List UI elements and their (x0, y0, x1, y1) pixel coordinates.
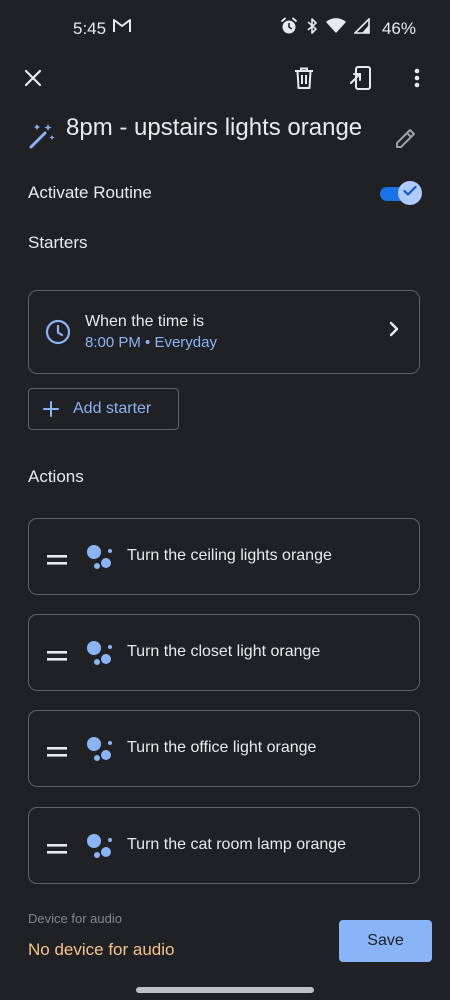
action-label: Turn the closet light orange (127, 643, 321, 660)
actions-section-label: Actions (28, 467, 84, 486)
delete-button[interactable] (286, 62, 322, 98)
action-card[interactable]: Turn the ceiling lights orange (28, 518, 420, 595)
routine-header: 8pm - upstairs lights orange (0, 112, 450, 168)
signal-icon (353, 17, 370, 39)
close-icon (24, 69, 42, 92)
battery-percent: 46% (381, 18, 416, 38)
trash-icon (294, 67, 314, 94)
clock-icon (45, 319, 71, 350)
footer-bar: Device for audio No device for audio Sav… (0, 900, 450, 1000)
starter-card[interactable]: When the time is 8:00 PM • Everyday (28, 290, 420, 374)
plus-icon (43, 401, 59, 422)
audio-device-selector[interactable]: No device for audio (28, 940, 174, 960)
drag-handle-icon[interactable] (47, 841, 67, 859)
routine-title: 8pm - upstairs lights orange (66, 114, 363, 141)
action-label: Turn the cat room lamp orange (127, 836, 347, 853)
activate-routine-label: Activate Routine (28, 183, 152, 202)
status-time: 5:45 (73, 19, 107, 38)
wifi-icon (325, 18, 346, 39)
duplicate-button[interactable] (343, 62, 379, 98)
add-starter-button[interactable]: Add starter (28, 388, 179, 430)
audio-device-caption: Device for audio (28, 911, 122, 926)
bluetooth-icon (306, 17, 318, 40)
magic-wand-icon (28, 122, 56, 155)
assistant-icon (85, 639, 115, 672)
drag-handle-icon[interactable] (47, 648, 67, 666)
assistant-icon (85, 543, 115, 576)
drag-handle-icon[interactable] (47, 744, 67, 762)
pencil-icon[interactable] (394, 126, 418, 155)
action-card[interactable]: Turn the cat room lamp orange (28, 807, 420, 884)
gesture-nav-handle[interactable] (136, 987, 314, 993)
starters-section-label: Starters (28, 233, 88, 252)
activate-routine-toggle[interactable] (378, 181, 422, 207)
add-starter-label: Add starter (73, 400, 152, 417)
starter-title: When the time is (85, 313, 205, 330)
drag-handle-icon[interactable] (47, 552, 67, 570)
more-vert-icon (414, 68, 420, 93)
action-label: Turn the office light orange (127, 739, 317, 756)
assistant-icon (85, 735, 115, 768)
close-button[interactable] (15, 62, 51, 98)
alarm-icon (280, 17, 298, 40)
action-card[interactable]: Turn the office light orange (28, 710, 420, 787)
assistant-icon (85, 832, 115, 865)
duplicate-icon (350, 65, 372, 95)
status-bar: 5:45 46% (0, 0, 450, 56)
status-icons: 46% (280, 17, 416, 40)
top-toolbar (0, 56, 450, 104)
toggle-thumb (398, 181, 422, 205)
action-card[interactable]: Turn the closet light orange (28, 614, 420, 691)
chevron-right-icon (389, 321, 399, 342)
activate-routine-row: Activate Routine (0, 176, 450, 210)
gmail-icon (113, 19, 131, 38)
action-label: Turn the ceiling lights orange (127, 547, 332, 564)
starter-schedule: 8:00 PM • Everyday (85, 334, 217, 351)
check-icon (403, 184, 417, 202)
save-button[interactable]: Save (339, 920, 432, 962)
more-options-button[interactable] (399, 62, 435, 98)
